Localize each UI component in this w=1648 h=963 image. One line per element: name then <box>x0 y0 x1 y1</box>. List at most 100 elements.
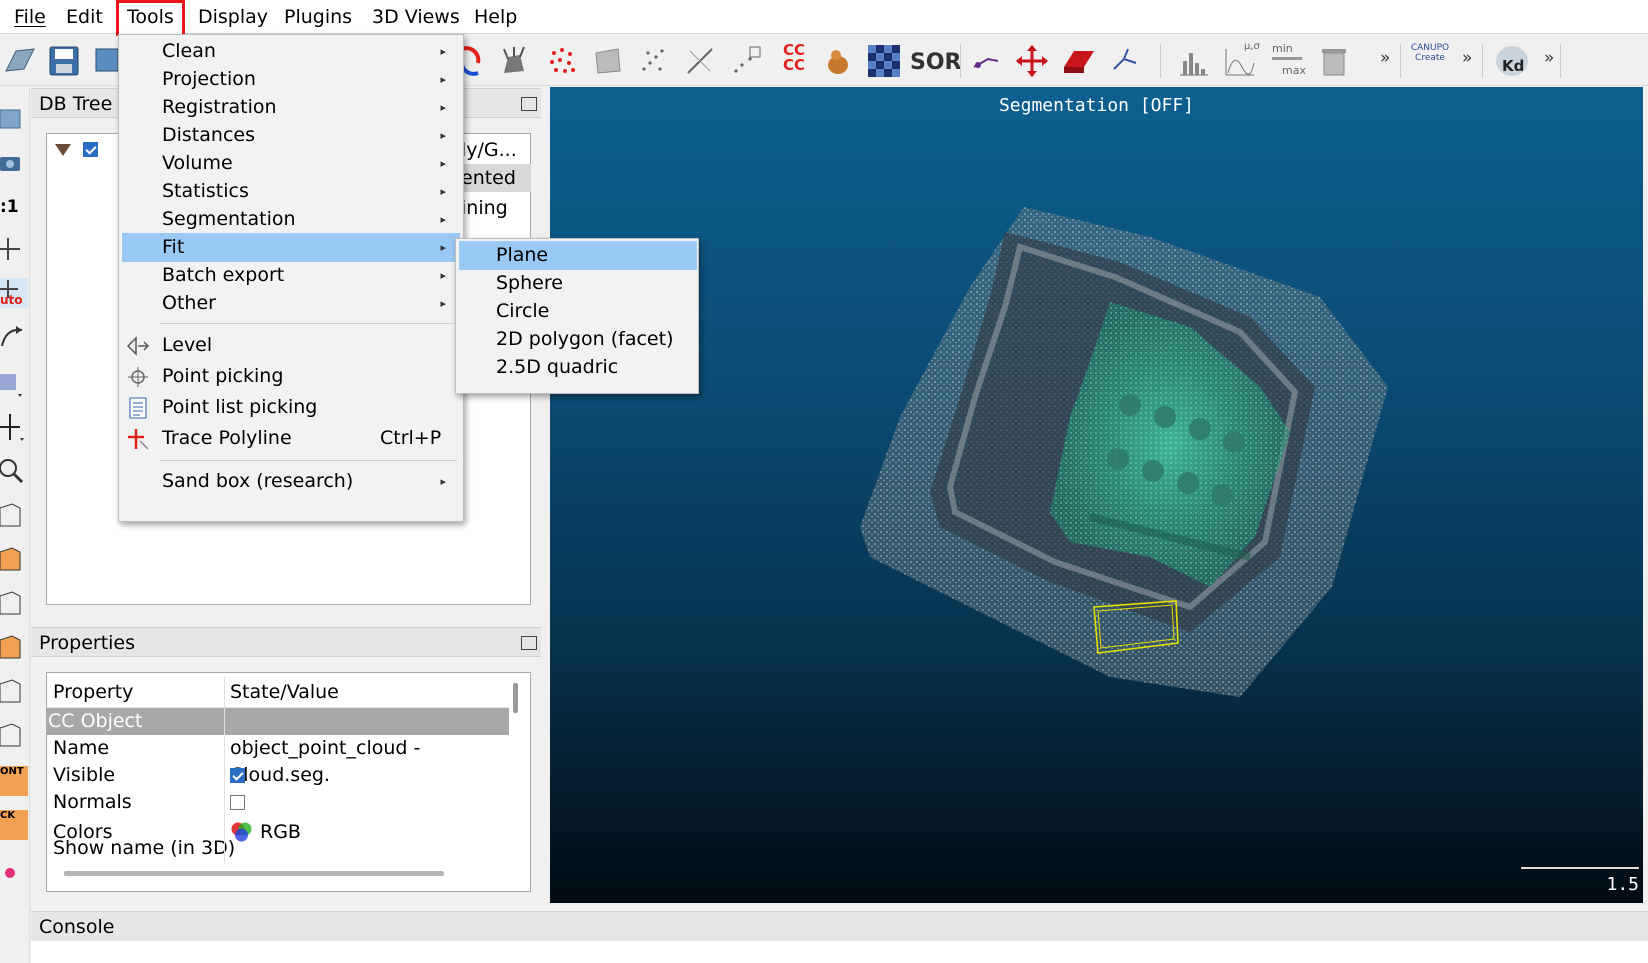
front-iso-view-button[interactable]: ONT <box>0 766 28 796</box>
sor-filter-icon[interactable]: SOR <box>910 50 962 86</box>
perspective-icon[interactable] <box>0 368 28 398</box>
menu-item-volume[interactable]: Volume ▸ <box>122 149 460 178</box>
translate-rotate-icon[interactable] <box>1014 43 1050 79</box>
toolbar-overflow-button[interactable]: » <box>1462 48 1472 68</box>
global-view-icon[interactable] <box>0 104 28 134</box>
menu-separator <box>159 460 457 461</box>
tree-item-checkbox[interactable] <box>83 142 98 157</box>
distance-icon[interactable] <box>728 43 764 79</box>
back-view-icon[interactable] <box>0 632 28 662</box>
delete-icon[interactable] <box>1316 43 1352 79</box>
menu-item-level[interactable]: Level <box>122 331 460 360</box>
menu-3d-views[interactable]: 3D Views <box>364 0 468 34</box>
menu-item-sphere[interactable]: Sphere <box>459 269 697 298</box>
histogram-icon[interactable] <box>1176 43 1212 79</box>
save-icon[interactable] <box>46 43 82 79</box>
tools-menu: Clean ▸ Projection ▸ Registration ▸ Distanc… <box>118 34 464 522</box>
compare-cc-icon[interactable]: CC CC <box>776 43 812 79</box>
statistics-icon[interactable]: μ,σ <box>1222 41 1260 79</box>
level-icon <box>126 336 150 356</box>
menu-item-2-5d-quadric[interactable]: 2.5D quadric <box>459 353 697 382</box>
menu-plugins[interactable]: Plugins <box>276 0 360 34</box>
menu-item-fit[interactable]: Fit ▸ <box>122 233 460 262</box>
menu-item-trace-polyline[interactable]: Trace Polyline Ctrl+P <box>122 424 460 453</box>
mesh-shape-icon[interactable] <box>820 43 856 79</box>
toolbar-separator <box>1560 44 1561 78</box>
pivot-icon[interactable] <box>0 234 28 264</box>
menu-item-sandbox[interactable]: Sand box (research) ▸ <box>122 467 460 496</box>
subsample-icon[interactable] <box>636 43 672 79</box>
properties-header: Property State/Value <box>47 677 509 708</box>
zoom-icon[interactable] <box>0 456 28 486</box>
menu-item-projection[interactable]: Projection ▸ <box>122 65 460 94</box>
menu-item-clean[interactable]: Clean ▸ <box>122 37 460 66</box>
segment-icon[interactable] <box>1060 43 1096 79</box>
sample-points-icon[interactable] <box>544 43 580 79</box>
menu-item-circle[interactable]: Circle <box>459 297 697 326</box>
tree-item-label[interactable]: ly/G... <box>461 136 517 164</box>
front-view-icon[interactable] <box>0 544 28 574</box>
properties-table: Property State/Value CC Object Name obje… <box>46 672 531 892</box>
console-output[interactable] <box>31 941 1648 963</box>
menu-item-point-list-picking[interactable]: Point list picking <box>122 393 460 422</box>
menu-file[interactable]: File <box>6 0 54 34</box>
menu-item-segmentation[interactable]: Segmentation ▸ <box>122 205 460 234</box>
properties-float-icon[interactable] <box>521 636 537 650</box>
menu-item-statistics[interactable]: Statistics ▸ <box>122 177 460 206</box>
toolbar-overflow-button[interactable]: » <box>1544 48 1554 68</box>
3d-view[interactable]: Segmentation [OFF] 1.5 <box>550 87 1643 903</box>
point-cloud <box>860 207 1388 697</box>
horizontal-scrollbar[interactable] <box>64 871 444 876</box>
menu-item-batch-export[interactable]: Batch export ▸ <box>122 261 460 290</box>
mesh-icon[interactable] <box>590 43 626 79</box>
menu-edit[interactable]: Edit <box>58 0 111 34</box>
bottom-view-icon[interactable] <box>0 720 28 750</box>
tree-item-label[interactable]: ining <box>461 194 508 222</box>
toolbar-overflow-button[interactable]: » <box>1380 48 1390 68</box>
menu-item-other[interactable]: Other ▸ <box>122 289 460 318</box>
menu-display[interactable]: Display <box>190 0 276 34</box>
pick-rotation-icon[interactable] <box>968 43 1004 79</box>
point-pair-icon[interactable] <box>1106 43 1142 79</box>
db-tree-float-icon[interactable] <box>521 97 537 111</box>
auto-pivot-button[interactable]: uto <box>0 278 28 308</box>
camera-icon[interactable] <box>0 148 28 178</box>
menu-item-plane[interactable]: Plane <box>459 241 697 270</box>
back-iso-view-button[interactable]: CK <box>0 810 28 840</box>
visible-checkbox[interactable] <box>230 768 245 783</box>
menu-item-registration[interactable]: Registration ▸ <box>122 93 460 122</box>
point-picking-icon <box>128 367 148 387</box>
zoom-1-1-button[interactable]: :1 <box>0 192 28 222</box>
header-property: Property <box>53 681 134 703</box>
property-row-name[interactable]: Name object_point_cloud - Cloud.seg. <box>47 735 509 786</box>
crop-icon[interactable] <box>682 43 718 79</box>
move-icon[interactable] <box>0 412 28 442</box>
menu-item-2d-polygon[interactable]: 2D polygon (facet) <box>459 325 697 354</box>
normals-checkbox[interactable] <box>230 795 245 810</box>
properties-title: Properties <box>39 632 136 654</box>
menu-item-point-picking[interactable]: Point picking <box>122 362 460 391</box>
expand-arrow-icon[interactable] <box>55 144 71 156</box>
left-view-icon[interactable] <box>0 588 28 618</box>
right-view-icon[interactable] <box>0 676 28 706</box>
checkerboard-icon[interactable] <box>866 43 902 79</box>
top-view-icon[interactable] <box>0 500 28 530</box>
color-scale-icon[interactable] <box>0 858 28 888</box>
db-tree-title: DB Tree <box>39 93 113 115</box>
property-row-visible[interactable]: Visible <box>47 762 509 789</box>
console-title-bar: Console <box>31 911 1648 941</box>
normals-icon[interactable] <box>496 43 532 79</box>
menu-item-distances[interactable]: Distances ▸ <box>122 121 460 150</box>
canupo-icon[interactable]: CANUPO Create <box>1410 43 1450 79</box>
console-title: Console <box>39 916 115 938</box>
vertical-scrollbar[interactable] <box>513 683 518 713</box>
rotation-icon[interactable] <box>0 322 28 352</box>
property-row-normals[interactable]: Normals <box>47 789 509 816</box>
kd-tree-icon[interactable]: Kd <box>1494 43 1530 79</box>
min-max-icon[interactable]: min max <box>1270 43 1306 79</box>
fit-submenu: Plane Sphere Circle 2D polygon (facet) 2… <box>455 238 699 394</box>
open-icon[interactable] <box>2 43 38 79</box>
menu-help[interactable]: Help <box>466 0 525 34</box>
tree-item-label-selected[interactable]: ented <box>461 164 531 192</box>
column-divider <box>224 677 225 707</box>
